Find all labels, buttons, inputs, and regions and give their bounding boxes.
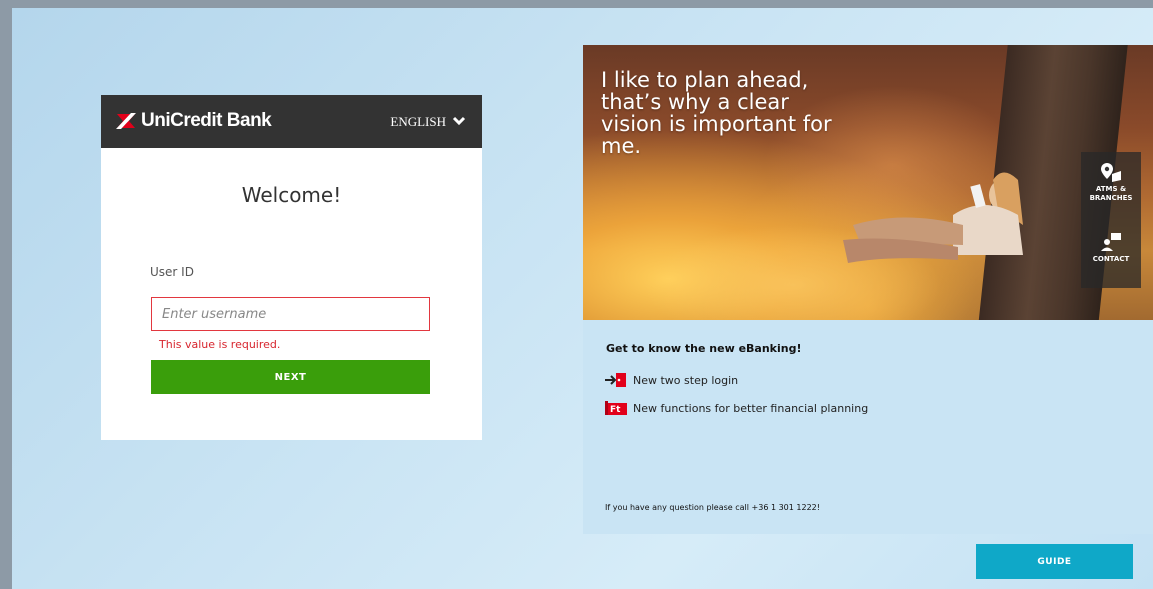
login-arrow-icon xyxy=(605,373,626,387)
svg-text:Ft: Ft xyxy=(610,405,621,415)
atms-label-line2: BRANCHES xyxy=(1089,194,1133,202)
login-card: UniCredit Bank ENGLISH Welcome! User ID … xyxy=(101,95,482,440)
guide-button[interactable]: GUIDE xyxy=(976,544,1133,579)
unicredit-logo-icon xyxy=(115,112,137,130)
hero-slogan: I like to plan ahead, that’s why a clear… xyxy=(601,68,832,158)
next-button[interactable]: NEXT xyxy=(151,360,430,394)
chevron-down-icon xyxy=(452,114,466,130)
feature-label: New functions for better financial plann… xyxy=(633,401,869,415)
username-error-message: This value is required. xyxy=(159,338,281,351)
hero-image: I like to plan ahead, that’s why a clear… xyxy=(583,45,1153,320)
language-label: ENGLISH xyxy=(390,114,446,129)
feature-item: New two step login xyxy=(605,373,738,387)
promo-panel: I like to plan ahead, that’s why a clear… xyxy=(583,45,1153,534)
map-marker-icon xyxy=(1101,163,1121,182)
atms-branches-link[interactable]: ATMS & BRANCHES xyxy=(1081,162,1141,203)
contact-label: CONTACT xyxy=(1092,255,1130,263)
ft-badge-icon: Ft xyxy=(605,401,627,415)
language-select[interactable]: ENGLISH xyxy=(390,114,466,130)
feature-label: New two step login xyxy=(633,373,739,387)
contact-person-icon xyxy=(1101,233,1121,251)
browser-viewport: UniCredit Bank ENGLISH Welcome! User ID … xyxy=(12,8,1153,589)
atms-label-line1: ATMS & xyxy=(1095,185,1127,193)
userid-label: User ID xyxy=(150,265,194,279)
promo-heading: Get to know the new eBanking! xyxy=(606,342,802,355)
hero-woman-illustration xyxy=(843,172,1023,263)
brand-name: UniCredit Bank xyxy=(141,110,272,131)
support-phone-text: If you have any question please call +36… xyxy=(605,503,820,512)
welcome-heading: Welcome! xyxy=(241,183,342,207)
contact-link[interactable]: CONTACT xyxy=(1081,232,1141,264)
login-header: UniCredit Bank ENGLISH xyxy=(101,95,482,148)
unicredit-logo[interactable]: UniCredit Bank xyxy=(115,109,272,133)
username-input[interactable] xyxy=(151,297,430,331)
quick-links-sidebar: ATMS & BRANCHES CONTACT xyxy=(1081,152,1141,288)
feature-item: Ft New functions for better financial pl… xyxy=(605,401,868,415)
